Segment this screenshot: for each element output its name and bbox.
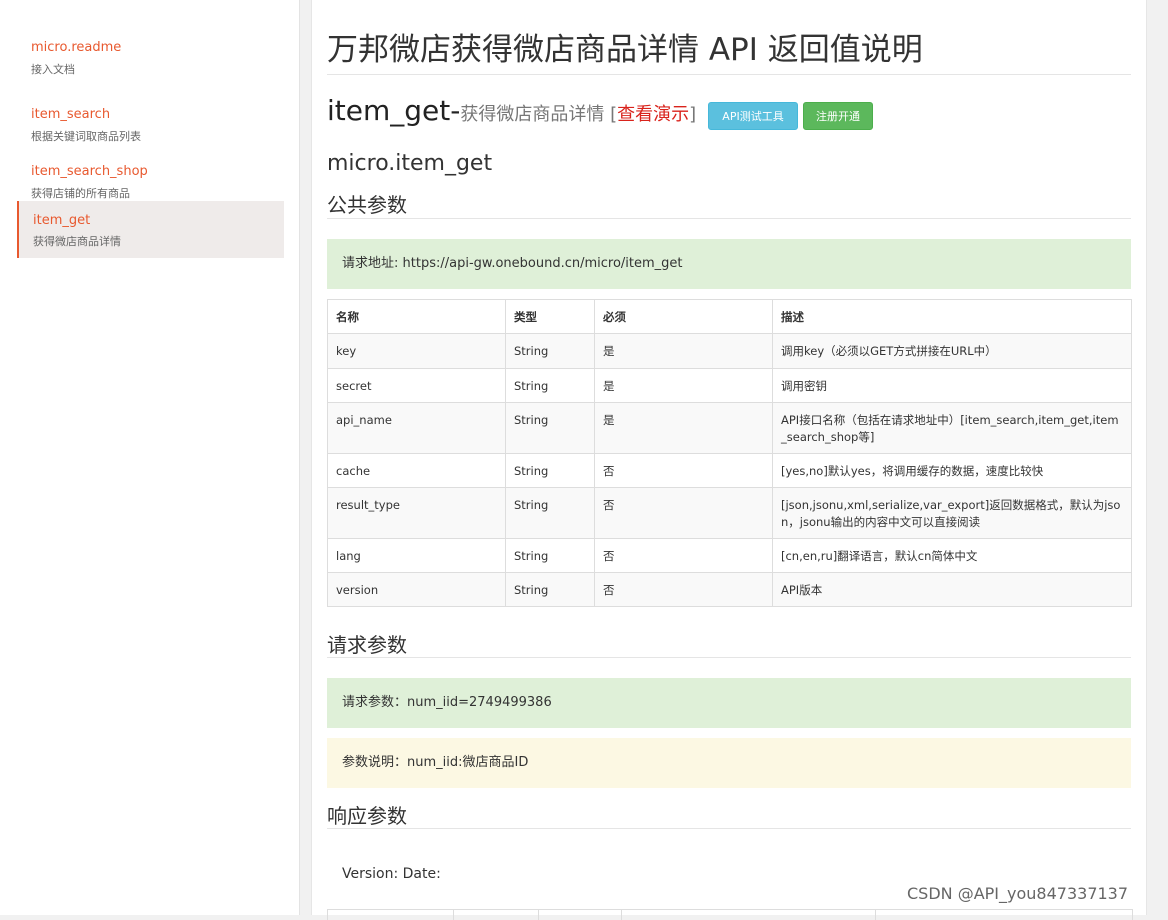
csdn-watermark: CSDN @API_you847337137 — [907, 884, 1129, 903]
cell-description: API接口名称（包括在请求地址中）[item_search,item_get,i… — [772, 402, 1132, 454]
api-name: item_get- — [327, 94, 461, 127]
table-row: secret String 是 调用密钥 — [327, 368, 1132, 403]
request-params-heading: 请求参数 — [327, 633, 407, 657]
cell-type: String — [505, 538, 595, 573]
cell-name: version — [327, 572, 506, 607]
sidebar-item-title[interactable]: micro.readme — [31, 40, 121, 55]
table-row: api_name String 是 API接口名称（包括在请求地址中）[item… — [327, 402, 1132, 454]
cell-type: String — [505, 487, 595, 539]
cell-name: cache — [327, 453, 506, 488]
response-params-divider — [327, 828, 1131, 829]
cell-required: 否 — [594, 538, 773, 573]
public-params-divider — [327, 218, 1131, 219]
cell-type: String — [505, 453, 595, 488]
table-row: key String 是 调用key（必须以GET方式拼接在URL中） — [327, 333, 1132, 369]
main-content: 万邦微店获得微店商品详情 API 返回值说明 item_get-获得微店商品详情… — [311, 0, 1147, 920]
cell-required: 是 — [594, 368, 773, 403]
cell-description: [yes,no]默认yes，将调用缓存的数据，速度比较快 — [772, 453, 1132, 488]
table-column-divider — [538, 910, 539, 920]
cell-name: lang — [327, 538, 506, 573]
bracket-close: ] — [689, 104, 697, 125]
sidebar-item-subtitle: 接入文档 — [31, 63, 75, 76]
sidebar-item-title[interactable]: item_search_shop — [31, 164, 148, 179]
method-name: micro.item_get — [327, 151, 493, 176]
sidebar-item-subtitle: 获得店铺的所有商品 — [31, 187, 130, 200]
cell-required: 是 — [594, 333, 773, 369]
sidebar-item-title[interactable]: item_search — [31, 107, 110, 122]
sidebar-item-title[interactable]: item_get — [33, 213, 90, 228]
param-description-box: 参数说明：num_iid:微店商品ID — [327, 738, 1131, 788]
version-date-line: Version: Date: — [342, 866, 441, 882]
cell-name: api_name — [327, 402, 506, 454]
table-row: version String 否 API版本 — [327, 572, 1132, 607]
sidebar-item-item-get[interactable]: item_get 获得微店商品详情 — [17, 201, 284, 258]
table-header-row: 名称 类型 必须 描述 — [327, 299, 1132, 334]
column-header-required: 必须 — [594, 299, 773, 334]
table-row: cache String 否 [yes,no]默认yes，将调用缓存的数据，速度… — [327, 453, 1132, 488]
register-button[interactable]: 注册开通 — [803, 102, 873, 130]
cell-description: 调用密钥 — [772, 368, 1132, 403]
response-params-heading: 响应参数 — [327, 804, 407, 828]
table-row: lang String 否 [cn,en,ru]翻译语言，默认cn简体中文 — [327, 538, 1132, 573]
demo-link[interactable]: 查看演示 — [617, 104, 689, 125]
cell-type: String — [505, 368, 595, 403]
sidebar-item-subtitle: 获得微店商品详情 — [33, 235, 121, 248]
cell-description: API版本 — [772, 572, 1132, 607]
request-url-box: 请求地址: https://api-gw.onebound.cn/micro/i… — [327, 239, 1131, 289]
bracket-open: [ — [604, 104, 618, 125]
public-params-table: 名称 类型 必须 描述 key String 是 调用key（必须以GET方式拼… — [327, 299, 1132, 607]
public-params-heading: 公共参数 — [327, 193, 407, 217]
cell-name: result_type — [327, 487, 506, 539]
page-title: 万邦微店获得微店商品详情 API 返回值说明 — [327, 32, 923, 68]
cell-description: [cn,en,ru]翻译语言，默认cn简体中文 — [772, 538, 1132, 573]
request-params-divider — [327, 657, 1131, 658]
cell-description: 调用key（必须以GET方式拼接在URL中） — [772, 333, 1132, 369]
column-header-type: 类型 — [505, 299, 595, 334]
cell-description: [json,jsonu,xml,serialize,var_export]返回数… — [772, 487, 1132, 539]
cell-required: 否 — [594, 572, 773, 607]
table-column-divider — [875, 910, 876, 920]
sidebar-item-item-search[interactable]: item_search 根据关键词取商品列表 — [17, 96, 284, 153]
column-header-description: 描述 — [772, 299, 1132, 334]
title-divider — [327, 74, 1131, 75]
sidebar: micro.readme 接入文档 item_search 根据关键词取商品列表… — [0, 0, 300, 915]
cell-required: 否 — [594, 453, 773, 488]
api-test-tool-button[interactable]: API测试工具 — [708, 102, 798, 130]
table-row: result_type String 否 [json,jsonu,xml,ser… — [327, 487, 1132, 539]
cell-type: String — [505, 572, 595, 607]
cell-required: 否 — [594, 487, 773, 539]
api-description: 获得微店商品详情 — [460, 104, 605, 125]
sidebar-item-micro-readme[interactable]: micro.readme 接入文档 — [17, 29, 284, 86]
cell-name: key — [327, 333, 506, 369]
table-column-divider — [453, 910, 454, 920]
cell-type: String — [505, 402, 595, 454]
cell-type: String — [505, 333, 595, 369]
cell-required: 是 — [594, 402, 773, 454]
request-params-box: 请求参数：num_iid=2749499386 — [327, 678, 1131, 728]
cell-name: secret — [327, 368, 506, 403]
api-heading: item_get-获得微店商品详情 [查看演示] — [327, 94, 696, 127]
column-header-name: 名称 — [327, 299, 506, 334]
sidebar-item-subtitle: 根据关键词取商品列表 — [31, 130, 141, 143]
table-column-divider — [621, 910, 622, 920]
